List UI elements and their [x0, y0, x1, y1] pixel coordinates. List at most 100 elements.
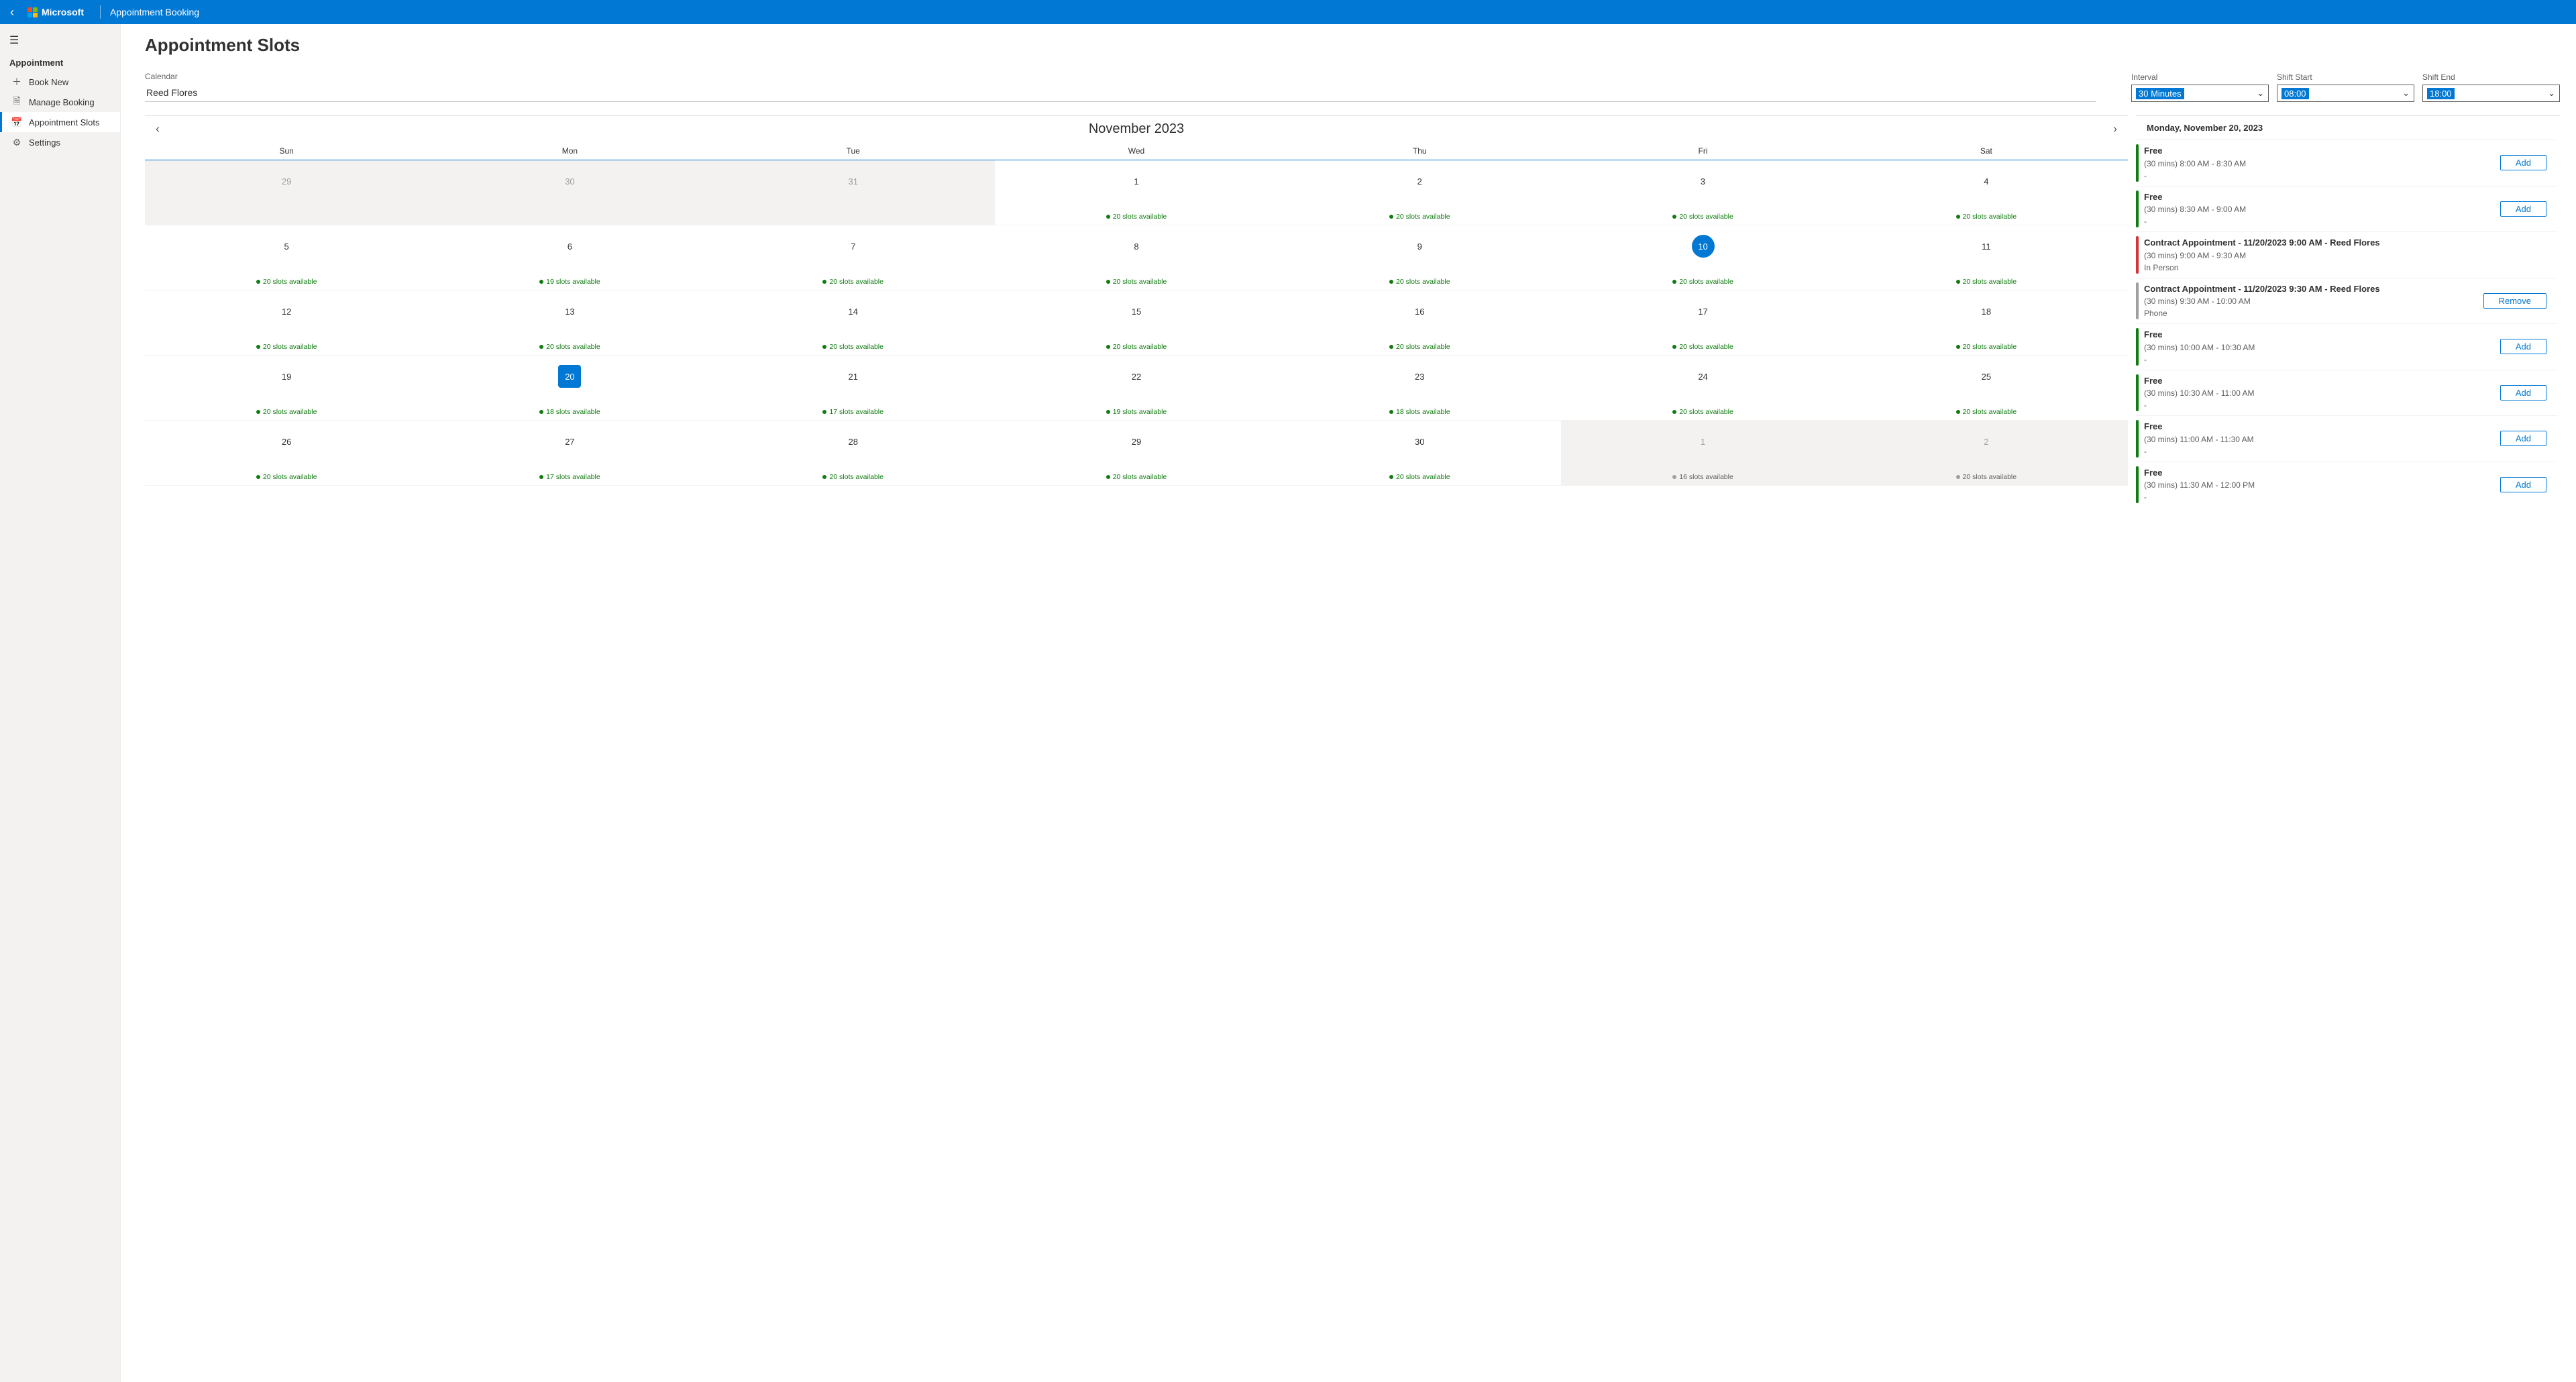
- calendar-day[interactable]: 520 slots available: [145, 225, 428, 290]
- slot-title: Free: [2144, 466, 2500, 480]
- shift-end-select[interactable]: 18:00 ⌄: [2422, 85, 2560, 102]
- calendar-day[interactable]: 1620 slots available: [1278, 290, 1561, 355]
- slot-list[interactable]: Free (30 mins) 8:00 AM - 8:30 AM -AddFre…: [2136, 140, 2560, 1382]
- add-button[interactable]: Add: [2500, 201, 2546, 217]
- calendar-day[interactable]: 29: [145, 160, 428, 225]
- calendar-day[interactable]: 2620 slots available: [145, 421, 428, 485]
- add-button[interactable]: Add: [2500, 477, 2546, 492]
- day-number: 5: [275, 235, 298, 258]
- sidebar-item-manage-booking[interactable]: 🗎Manage Booking: [0, 92, 120, 112]
- slot-time: (30 mins) 9:00 AM - 9:30 AM: [2144, 250, 2546, 262]
- day-number: 4: [1975, 170, 1998, 193]
- day-number: 2: [1408, 170, 1431, 193]
- back-button[interactable]: ‹: [0, 5, 24, 19]
- calendar-day[interactable]: 2318 slots available: [1278, 356, 1561, 420]
- slots-badge: 20 slots available: [1389, 473, 1450, 481]
- prev-month-button[interactable]: ‹: [152, 122, 164, 136]
- shift-start-select[interactable]: 08:00 ⌄: [2277, 85, 2414, 102]
- slots-badge: 20 slots available: [256, 343, 317, 351]
- dow-header: Mon: [428, 142, 711, 160]
- day-number: 31: [842, 170, 865, 193]
- day-number: 1: [1692, 430, 1715, 453]
- calendar-day[interactable]: 2820 slots available: [712, 421, 995, 485]
- add-button[interactable]: Add: [2500, 339, 2546, 354]
- calendar-day[interactable]: 1720 slots available: [1561, 290, 1844, 355]
- slots-badge: 20 slots available: [256, 473, 317, 481]
- calendar-day[interactable]: 2420 slots available: [1561, 356, 1844, 420]
- slot-status-bar: [2136, 466, 2139, 504]
- add-button[interactable]: Add: [2500, 431, 2546, 446]
- day-number: 27: [558, 430, 581, 453]
- add-button[interactable]: Add: [2500, 155, 2546, 170]
- day-number: 29: [1125, 430, 1148, 453]
- calendar-day[interactable]: 2920 slots available: [995, 421, 1278, 485]
- slots-badge: 20 slots available: [1956, 408, 2017, 416]
- slot-row: Free (30 mins) 11:30 AM - 12:00 PM -Add: [2136, 462, 2557, 508]
- calendar-day[interactable]: 18 20 slots available: [1845, 290, 2128, 355]
- calendar-day[interactable]: 1020 slots available: [1561, 225, 1844, 290]
- slot-meta: -: [2144, 445, 2500, 458]
- chevron-down-icon: ⌄: [2402, 88, 2410, 99]
- sidebar-item-settings[interactable]: ⚙Settings: [0, 132, 120, 152]
- day-number: 18: [1975, 300, 1998, 323]
- day-number: 11: [1975, 235, 1998, 258]
- calendar-day[interactable]: 820 slots available: [995, 225, 1278, 290]
- calendar-day[interactable]: 27 17 slots available: [428, 421, 711, 485]
- slot-status-bar: [2136, 328, 2139, 366]
- remove-button[interactable]: Remove: [2483, 293, 2546, 309]
- day-number: 6: [558, 235, 581, 258]
- slot-time: (30 mins) 11:00 AM - 11:30 AM: [2144, 433, 2500, 445]
- calendar-day[interactable]: 920 slots available: [1278, 225, 1561, 290]
- chevron-down-icon: ⌄: [2548, 88, 2555, 99]
- topbar: ‹ Microsoft Appointment Booking: [0, 0, 2576, 24]
- controls: Calendar Reed Flores Interval 30 Minutes…: [145, 72, 2560, 102]
- calendar-day[interactable]: 2018 slots available: [428, 356, 711, 420]
- slot-time: (30 mins) 10:30 AM - 11:00 AM: [2144, 387, 2500, 399]
- calendar-day[interactable]: 30: [428, 160, 711, 225]
- slot-time: (30 mins) 8:30 AM - 9:00 AM: [2144, 203, 2500, 215]
- calendar-day[interactable]: 1420 slots available: [712, 290, 995, 355]
- day-number: 22: [1125, 365, 1148, 388]
- slots-badge: 20 slots available: [1956, 343, 2017, 351]
- sidebar-item-appointment-slots[interactable]: 📅Appointment Slots: [0, 112, 120, 132]
- page-title: Appointment Slots: [145, 35, 2560, 56]
- calendar-day[interactable]: 2117 slots available: [712, 356, 995, 420]
- calendar-day[interactable]: 1220 slots available: [145, 290, 428, 355]
- calendar-day[interactable]: 2219 slots available: [995, 356, 1278, 420]
- day-number: 30: [1408, 430, 1431, 453]
- sidebar-item-book-new[interactable]: ＋Book New: [0, 72, 120, 92]
- gear-icon: ⚙: [11, 137, 22, 148]
- doc-icon: 🗎: [11, 97, 22, 107]
- calendar-day[interactable]: 420 slots available: [1845, 160, 2128, 225]
- day-number: 30: [558, 170, 581, 193]
- next-month-button[interactable]: ›: [2109, 122, 2121, 136]
- dow-header: Wed: [995, 142, 1278, 160]
- hamburger-icon[interactable]: ☰: [0, 30, 120, 51]
- calendar-day[interactable]: 720 slots available: [712, 225, 995, 290]
- calendar-day[interactable]: 31: [712, 160, 995, 225]
- calendar-day[interactable]: 220 slots available: [1278, 160, 1561, 225]
- calendar-day[interactable]: 116 slots available: [1561, 421, 1844, 485]
- calendar-day[interactable]: 120 slots available: [995, 160, 1278, 225]
- slots-badge: 17 slots available: [539, 473, 600, 481]
- calendar-field[interactable]: Calendar Reed Flores: [145, 72, 2096, 102]
- slot-time: (30 mins) 8:00 AM - 8:30 AM: [2144, 158, 2500, 170]
- slots-badge: 20 slots available: [822, 343, 883, 351]
- slots-badge: 20 slots available: [1106, 278, 1167, 286]
- calendar-day[interactable]: 619 slots available: [428, 225, 711, 290]
- calendar-day[interactable]: 320 slots available: [1561, 160, 1844, 225]
- slots-badge: 20 slots available: [1956, 473, 2017, 481]
- calendar-day[interactable]: 30 20 slots available: [1278, 421, 1561, 485]
- calendar-day[interactable]: 1920 slots available: [145, 356, 428, 420]
- calendar-day[interactable]: 2520 slots available: [1845, 356, 2128, 420]
- slot-meta: Phone: [2144, 307, 2483, 319]
- interval-select[interactable]: 30 Minutes ⌄: [2131, 85, 2269, 102]
- day-number: 13: [558, 300, 581, 323]
- calendar-day[interactable]: 220 slots available: [1845, 421, 2128, 485]
- calendar-day[interactable]: 1520 slots available: [995, 290, 1278, 355]
- slot-time: (30 mins) 11:30 AM - 12:00 PM: [2144, 479, 2500, 491]
- calendar-day[interactable]: 1320 slots available: [428, 290, 711, 355]
- month-label: November 2023: [1089, 121, 1184, 137]
- add-button[interactable]: Add: [2500, 385, 2546, 401]
- calendar-day[interactable]: 1120 slots available: [1845, 225, 2128, 290]
